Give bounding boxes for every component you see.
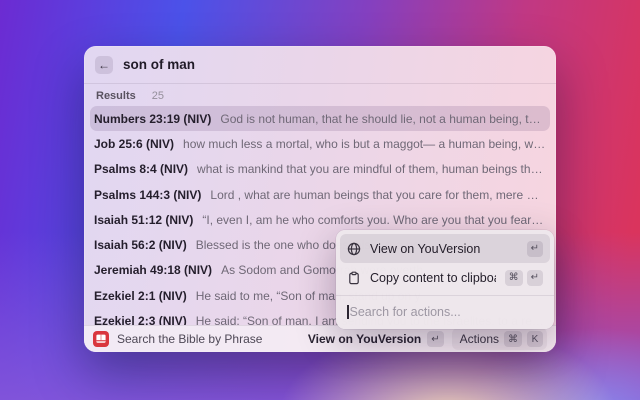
text-caret bbox=[347, 305, 349, 319]
verse-reference: Numbers 23:19 (NIV) bbox=[94, 111, 212, 126]
primary-action-label: View on YouVersion bbox=[307, 332, 422, 346]
return-key-icon: ↵ bbox=[427, 331, 444, 347]
result-row[interactable]: Psalms 144:3 (NIV) Lord , what are human … bbox=[90, 182, 550, 207]
verse-text: how much less a mortal, who is but a mag… bbox=[183, 136, 546, 151]
menu-item-label: View on YouVersion bbox=[370, 241, 481, 256]
menu-divider bbox=[336, 295, 554, 296]
menu-item[interactable]: View on YouVersion ↵ bbox=[340, 234, 550, 263]
result-row[interactable]: Psalms 8:4 (NIV) what is mankind that you… bbox=[90, 157, 550, 182]
primary-action-button[interactable]: View on YouVersion ↵ bbox=[308, 331, 444, 347]
result-row[interactable]: Numbers 23:19 (NIV) God is not human, tha… bbox=[90, 106, 550, 132]
bible-app-icon bbox=[93, 331, 109, 347]
k-key-icon: K bbox=[527, 331, 543, 347]
menu-item-label: Copy content to clipboard bbox=[370, 270, 496, 285]
verse-reference: Isaiah 51:12 (NIV) bbox=[94, 212, 194, 227]
back-button[interactable]: ← bbox=[95, 55, 113, 74]
actions-button[interactable]: Actions ⌘ K bbox=[451, 328, 547, 350]
back-arrow-icon: ← bbox=[98, 57, 110, 72]
return-key-icon: ↵ bbox=[526, 269, 543, 286]
results-count: 25 bbox=[151, 90, 164, 102]
shortcut-keys: ⌘ ↵ bbox=[504, 269, 543, 286]
command-key-icon: ⌘ bbox=[504, 269, 523, 286]
verse-reference: Ezekiel 2:1 (NIV) bbox=[94, 288, 187, 303]
results-label: Results bbox=[96, 90, 136, 102]
globe-icon bbox=[347, 242, 361, 256]
actions-search-field[interactable]: Search for actions... bbox=[340, 299, 550, 325]
actions-search-placeholder: Search for actions... bbox=[349, 305, 461, 319]
clipboard-icon bbox=[347, 271, 361, 285]
verse-reference: Ezekiel 2:3 (NIV) bbox=[94, 314, 187, 325]
result-row[interactable]: Job 25:6 (NIV) how much less a mortal, wh… bbox=[90, 131, 550, 156]
verse-reference: Isaiah 56:2 (NIV) bbox=[94, 238, 187, 253]
command-title: Search the Bible by Phrase bbox=[117, 332, 263, 346]
verse-reference: Jeremiah 49:18 (NIV) bbox=[94, 263, 213, 278]
verse-reference: Psalms 8:4 (NIV) bbox=[94, 162, 189, 177]
verse-text: “I, even I, am he who comforts you. Who … bbox=[202, 212, 546, 227]
verse-text: what is mankind that you are mindful of … bbox=[197, 162, 546, 177]
search-header: ← son of man bbox=[84, 46, 556, 84]
search-input[interactable]: son of man bbox=[123, 57, 195, 72]
actions-menu: View on YouVersion ↵ Copy content to clipb… bbox=[336, 230, 554, 329]
command-key-icon: ⌘ bbox=[504, 331, 522, 347]
return-key-icon: ↵ bbox=[526, 240, 543, 257]
result-row[interactable]: Isaiah 51:12 (NIV) “I, even I, am he who … bbox=[90, 207, 550, 232]
footer-bar: Search the Bible by Phrase View on YouVe… bbox=[84, 325, 556, 352]
verse-reference: Job 25:6 (NIV) bbox=[94, 136, 175, 151]
launcher-window: ← son of man Results 25 Numbers 23:19 (N… bbox=[84, 46, 556, 352]
verse-text: God is not human, that he should lie, no… bbox=[220, 111, 546, 126]
results-section-header: Results 25 bbox=[96, 86, 544, 106]
shortcut-keys: ↵ bbox=[526, 240, 543, 257]
actions-label: Actions bbox=[459, 332, 499, 346]
verse-text: Lord , what are human beings that you ca… bbox=[210, 187, 546, 202]
menu-item[interactable]: Copy content to clipboard ⌘↵ bbox=[340, 263, 550, 292]
verse-reference: Psalms 144:3 (NIV) bbox=[94, 187, 202, 202]
